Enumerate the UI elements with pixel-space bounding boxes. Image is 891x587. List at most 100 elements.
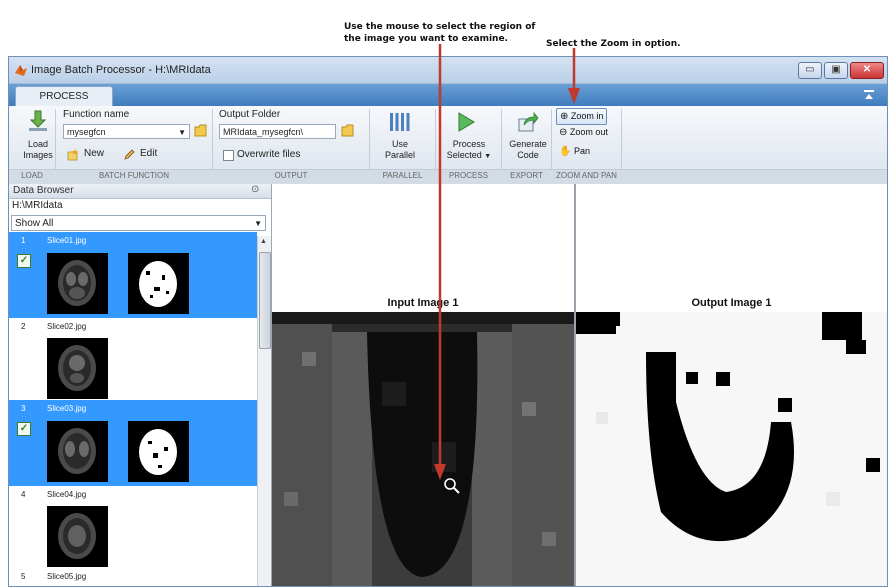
chevron-down-icon: ▼ [484,153,492,160]
section-batch-function: BATCH FUNCTION [98,171,170,180]
input-thumbnail [47,506,108,567]
browse-output-folder-icon[interactable] [341,124,355,137]
item-number: 2 [21,322,26,331]
pan-button[interactable]: ✋ Pan [556,144,593,159]
generate-code-label-line2: Code [517,150,539,160]
function-name-dropdown[interactable]: mysegfcn ▼ [63,124,190,139]
output-folder-input[interactable]: MRIdata_mysegfcn\ [219,124,336,139]
mri-slice-image [58,428,96,474]
process-selected-label-text: Selected [446,150,482,160]
use-parallel-label-line2: Parallel [384,150,415,160]
window-title: Image Batch Processor - H:\MRIdata [31,64,211,76]
zoom-out-icon: ⊖ [559,127,568,138]
item-checkbox[interactable]: ✓ [17,422,31,436]
scroll-up-arrow[interactable]: ▲ [260,238,267,245]
output-thumbnail [128,253,189,314]
section-export: EXPORT [510,171,543,180]
zoom-out-button[interactable]: ⊖ Zoom out [556,125,611,140]
arrow-to-image [434,44,446,480]
section-load: LOAD [21,171,43,180]
mri-mask-image [139,429,177,475]
data-browser-scrollbar[interactable]: ▲ [257,236,271,586]
item-number: 3 [21,404,26,413]
tab-process[interactable]: PROCESS [15,86,113,107]
function-name-value: mysegfcn [67,127,106,137]
mri-mask-image [139,261,177,307]
section-output: OUTPUT [274,171,308,180]
load-images-icon [29,110,47,131]
input-thumbnail [47,421,108,482]
section-parallel: PARALLEL [382,171,423,180]
show-filter-value: Show All [15,218,54,229]
overwrite-files-option[interactable]: Overwrite files [223,149,323,162]
data-browser-header: Data Browser ⊙ [9,184,271,199]
ribbon-section-labels: LOAD BATCH FUNCTION OUTPUT PARALLEL PROC… [9,169,887,184]
maximize-button[interactable]: ▣ [824,62,848,79]
mouse-annotation-line1: Use the mouse to select the region of [344,22,536,32]
edit-function-button[interactable]: Edit [123,148,163,162]
item-number: 5 [21,572,26,581]
arrow-to-zoom-in [568,48,580,104]
play-icon [458,112,475,132]
use-parallel-label-line1: Use [391,139,408,149]
function-name-label: Function name [63,109,130,120]
generate-code-label-line1: Generate [509,139,547,149]
collapse-ribbon-icon[interactable] [863,89,875,101]
data-browser: Data Browser ⊙ H:\MRIdata Show All ▼ 1 S… [9,184,272,586]
image-viewer: Input Image 1 Output Image 1 [272,184,887,586]
list-item[interactable]: 5 Slice05.jpg [9,568,257,586]
item-checkbox[interactable]: ✓ [17,254,31,268]
overwrite-label: Overwrite files [237,149,301,160]
title-bar: Image Batch Processor - H:\MRIdata ▭ ▣ ✕ [9,57,887,84]
zoom-in-button[interactable]: ⊕ Zoom in [556,108,608,125]
zoom-out-label: Zoom out [569,127,608,137]
pan-label: Pan [573,146,590,156]
data-browser-path: H:\MRIdata [12,200,63,211]
item-filename: Slice03.jpg [47,404,87,413]
generate-code-label: Generate Code [503,139,553,161]
export-icon [518,111,539,132]
use-parallel-button[interactable]: Use Parallel [375,109,425,167]
list-item[interactable]: 1 Slice01.jpg ✓ [9,232,257,318]
item-filename: Slice04.jpg [47,490,87,499]
minimize-button[interactable]: ▭ [798,62,822,79]
process-selected-label-line2: Selected ▼ [439,150,499,162]
edit-label: Edit [140,148,158,159]
show-filter-dropdown[interactable]: Show All ▼ [11,215,266,231]
input-image-title: Input Image 1 [387,297,459,309]
process-selected-label: Process Selected ▼ [439,139,499,162]
mri-slice-image [58,513,96,559]
pencil-icon [124,149,135,160]
matlab-logo-icon [15,65,27,76]
input-thumbnail [47,253,108,314]
close-button[interactable]: ✕ [850,62,884,79]
item-number: 1 [21,236,26,245]
generate-code-button[interactable]: Generate Code [503,109,553,167]
mouse-annotation: Use the mouse to select the region of th… [344,21,535,45]
pan-hand-icon: ✋ [559,146,572,157]
new-function-button[interactable]: New [67,148,107,162]
output-image-zoomed[interactable] [576,312,887,586]
data-browser-title: Data Browser [13,185,74,196]
zoom-in-label: Zoom in [570,111,604,121]
app-window: Image Batch Processor - H:\MRIdata ▭ ▣ ✕… [8,56,888,587]
new-label: New [84,148,105,159]
mri-slice-image [58,345,96,391]
overwrite-checkbox[interactable] [223,150,234,161]
item-filename: Slice01.jpg [47,236,87,245]
output-folder-label: Output Folder [219,109,281,120]
output-image-title: Output Image 1 [691,297,772,309]
list-item[interactable]: 2 Slice02.jpg [9,318,257,400]
input-image-zoomed[interactable] [272,312,574,586]
input-thumbnail [47,338,108,399]
chevron-down-icon: ▼ [254,219,262,228]
scroll-thumb[interactable] [259,252,271,349]
item-filename: Slice05.jpg [47,572,87,581]
panel-menu-icon[interactable]: ⊙ [251,184,259,195]
section-zoom-and-pan: ZOOM AND PAN [556,171,617,180]
zoom-in-icon: ⊕ [560,111,569,122]
mri-slice-image [58,260,96,306]
browse-function-folder-icon[interactable] [194,124,208,137]
list-item[interactable]: 3 Slice03.jpg ✓ [9,400,257,486]
list-item[interactable]: 4 Slice04.jpg [9,486,257,568]
